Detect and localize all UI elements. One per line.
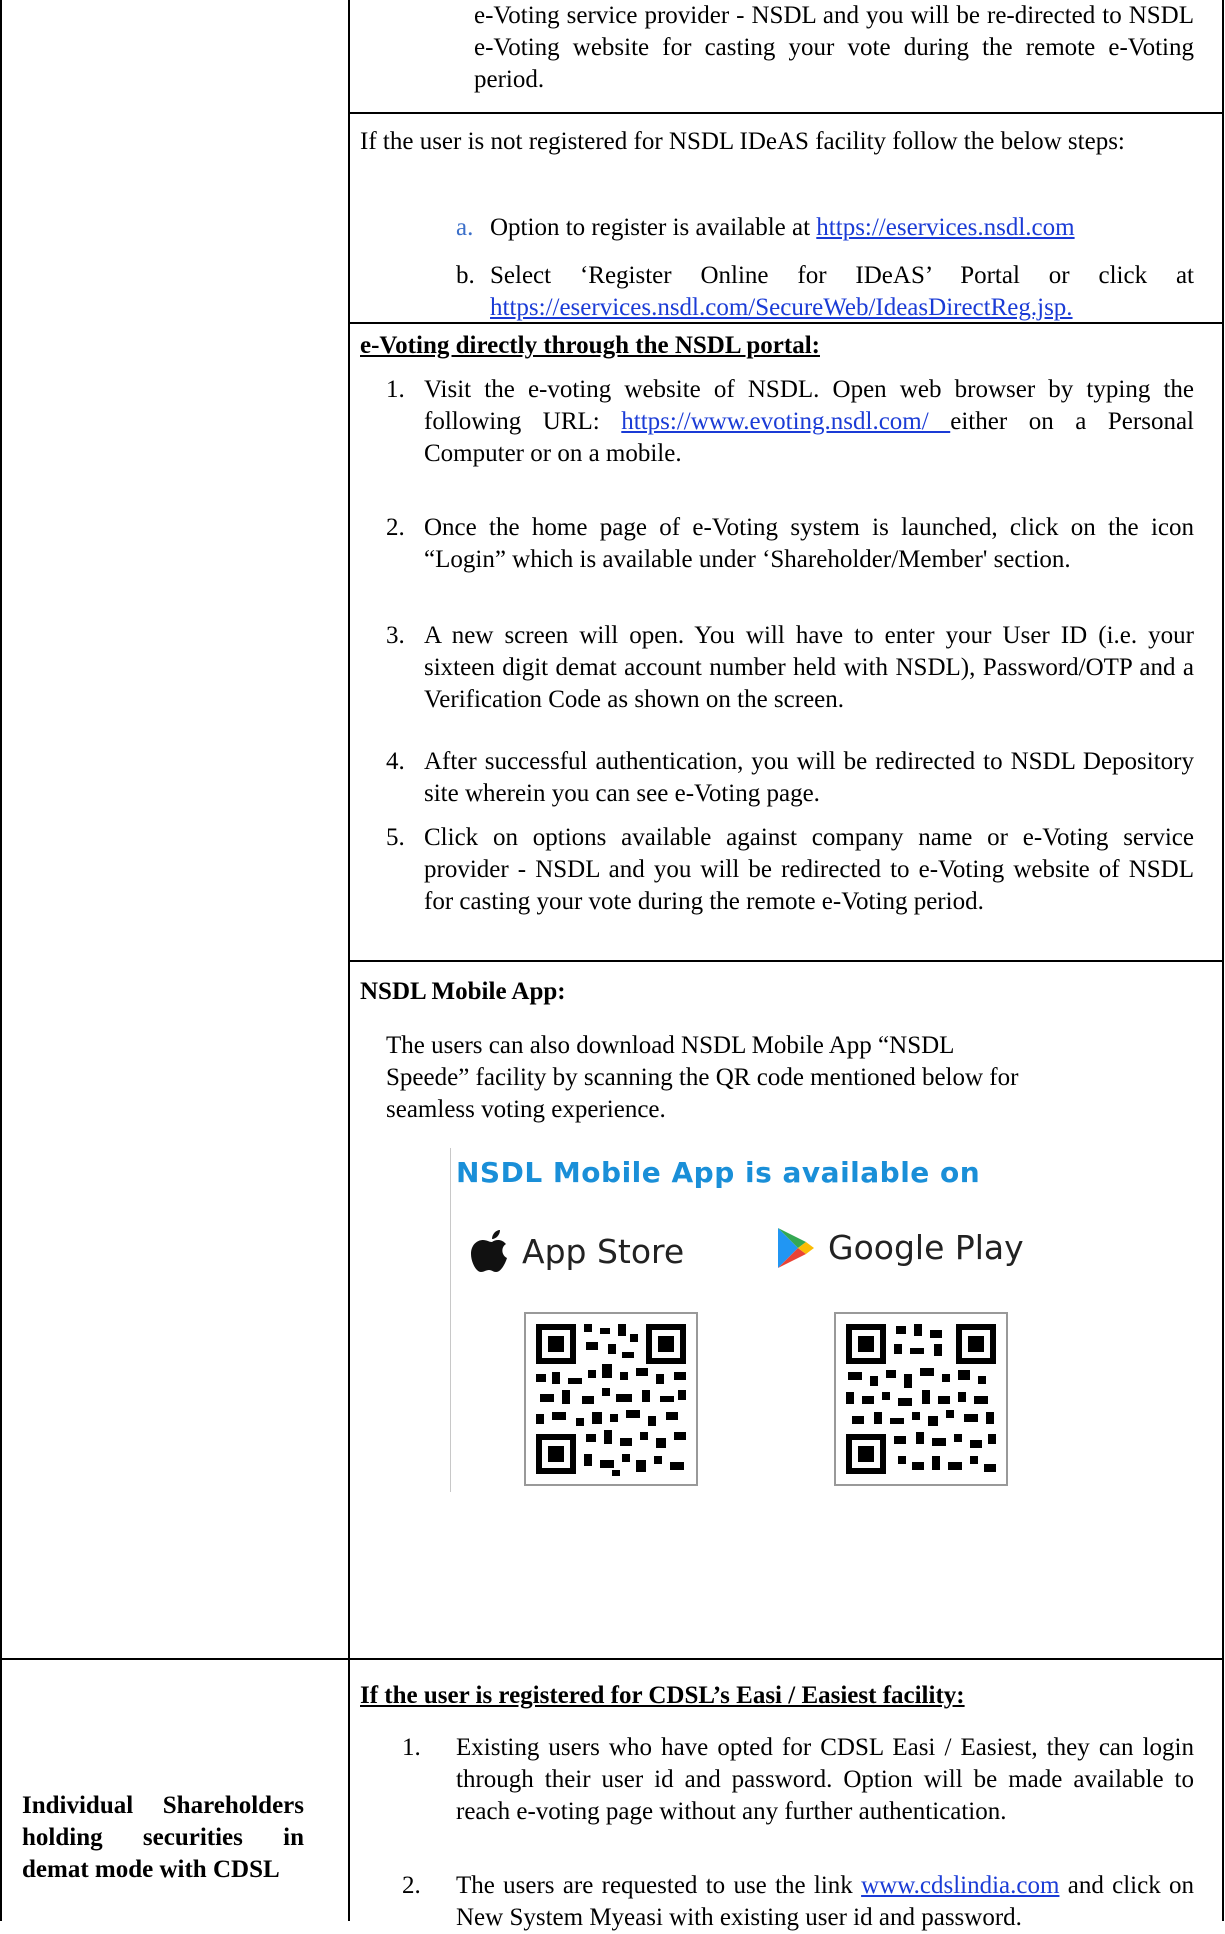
step-1-number: 1. [386, 376, 405, 403]
list-marker-b: b. [456, 262, 475, 289]
evoting-continuation-text: e-Voting service provider - NSDL and you… [474, 2, 1194, 93]
ideas-intro-text: If the user is not registered for NSDL I… [360, 128, 1125, 155]
ideas-item-b: Select ‘Register Online for IDeAS’ Porta… [490, 260, 1194, 324]
step-5-number: 5. [386, 824, 405, 851]
eservices-link[interactable]: https://eservices.nsdl.com [816, 214, 1074, 241]
mobile-app-heading: NSDL Mobile App: [360, 978, 566, 1005]
cdsl-step-2-number: 2. [402, 1872, 421, 1899]
banner-title: NSDL Mobile App is available on [456, 1156, 981, 1189]
cdsl-step-2-pre: The users are requested to use the link [456, 1872, 862, 1899]
ideas-item-a: Option to register is available at https… [490, 212, 1202, 244]
mobile-app-banner: NSDL Mobile App is available on App Stor… [450, 1152, 1070, 1492]
list-marker-a: a. [456, 214, 474, 241]
cdsl-row-label: Individual Shareholders holding securiti… [22, 1792, 304, 1883]
ideas-direct-reg-link[interactable]: https://eservices.nsdl.com/SecureWeb/Ide… [490, 294, 1073, 321]
row-divider [348, 960, 1224, 962]
document-page: e-Voting service provider - NSDL and you… [0, 0, 1225, 1931]
ideas-item-b-text: Select ‘Register Online for IDeAS’ Porta… [490, 262, 1194, 289]
ideas-item-a-text: Option to register is available at [490, 214, 817, 241]
cdsl-heading: If the user is registered for CDSL’s Eas… [360, 1682, 965, 1709]
apple-icon [470, 1224, 514, 1276]
app-store-label[interactable]: App Store [522, 1232, 684, 1271]
step-1-text: Visit the e-voting website of NSDL. Open… [424, 374, 1194, 470]
row-divider [348, 112, 1224, 114]
portal-heading: e-Voting directly through the NSDL porta… [360, 332, 820, 359]
step-4-number: 4. [386, 748, 405, 775]
step-3-text: A new screen will open. You will have to… [424, 622, 1194, 713]
cdslindia-link[interactable]: www.cdslindia.com [861, 1872, 1059, 1899]
row-divider [0, 1658, 1224, 1660]
step-4-text: After successful authentication, you wil… [424, 748, 1194, 807]
cdsl-step-1-text: Existing users who have opted for CDSL E… [456, 1734, 1194, 1825]
step-2-number: 2. [386, 514, 405, 541]
step-3-number: 3. [386, 622, 405, 649]
mobile-app-text: The users can also download NSDL Mobile … [386, 1032, 1019, 1123]
google-play-qr-code[interactable] [834, 1312, 1008, 1486]
cdsl-step-1-number: 1. [402, 1734, 421, 1761]
google-play-icon [776, 1226, 816, 1270]
app-store-qr-code[interactable] [524, 1312, 698, 1486]
table-left-border [0, 0, 2, 1921]
google-play-label[interactable]: Google Play [828, 1228, 1024, 1267]
step-5-text: Click on options available against compa… [424, 824, 1194, 915]
evoting-nsdl-link[interactable]: https://www.evoting.nsdl.com/ [621, 408, 950, 435]
cdsl-step-2-text: The users are requested to use the link … [456, 1870, 1194, 1934]
step-2-text: Once the home page of e-Voting system is… [424, 514, 1194, 573]
